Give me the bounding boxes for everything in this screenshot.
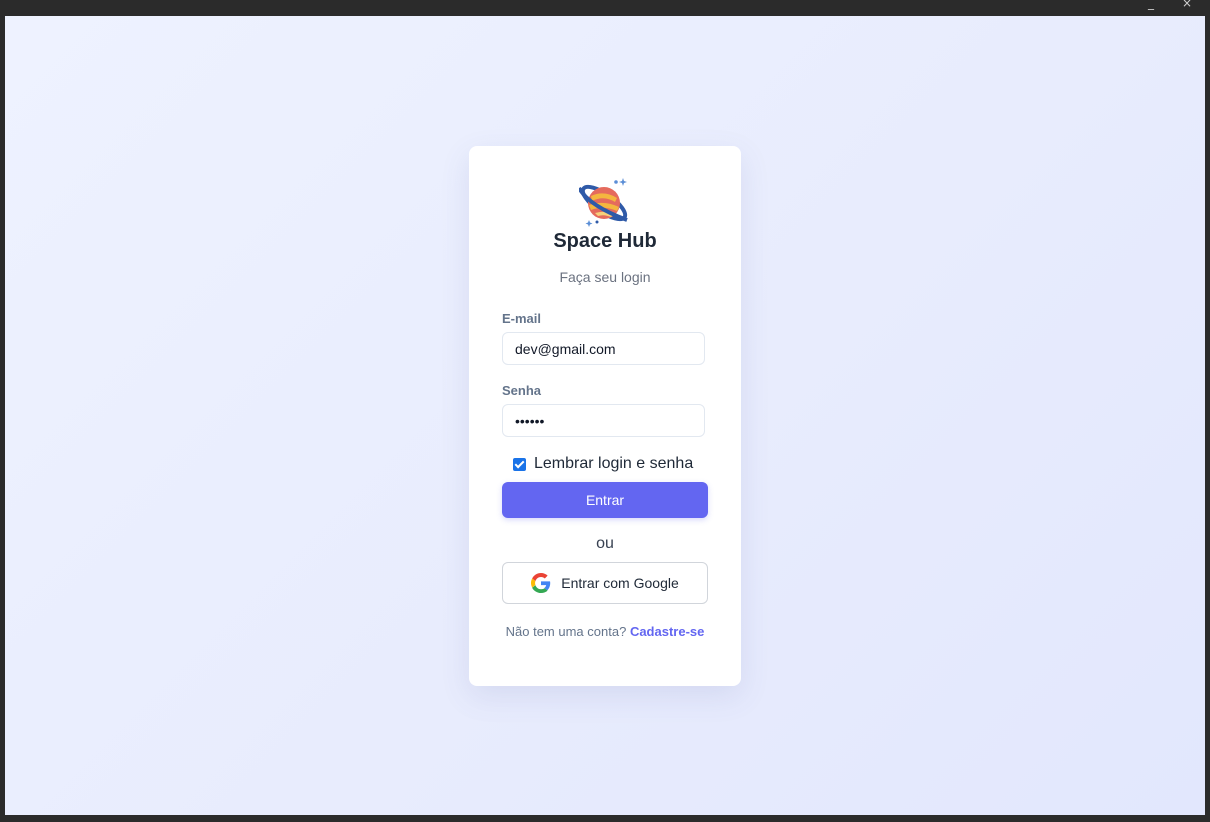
login-button[interactable]: Entrar [502,482,708,518]
remember-label[interactable]: Lembrar login e senha [534,455,693,473]
minimize-icon[interactable]: _ [1148,0,1154,10]
signup-link[interactable]: Cadastre-se [630,624,704,639]
login-subtitle: Faça seu login [559,269,651,285]
password-label: Senha [502,383,542,398]
close-icon[interactable]: × [1182,0,1192,10]
google-login-button[interactable]: Entrar com Google [502,562,708,604]
remember-row[interactable]: Lembrar login e senha [513,454,693,474]
app-window: Space Hub Faça seu login E-mail Senha Le… [5,16,1205,815]
background-taskbar [0,815,1210,822]
planet-logo-icon [579,178,628,227]
email-label: E-mail [502,311,542,326]
google-button-label: Entrar com Google [561,575,679,591]
remember-checkbox[interactable] [513,457,526,471]
window-titlebar: _ × [0,0,1210,16]
signup-prompt: Não tem uma conta? [505,624,627,639]
signup-row: Não tem uma conta? Cadastre-se [469,624,741,639]
app-title: Space Hub [553,230,657,252]
google-icon [531,573,551,593]
password-field[interactable] [502,404,705,437]
email-field[interactable] [502,332,705,365]
login-card: Space Hub Faça seu login E-mail Senha Le… [469,146,741,686]
or-divider: ou [596,535,614,552]
